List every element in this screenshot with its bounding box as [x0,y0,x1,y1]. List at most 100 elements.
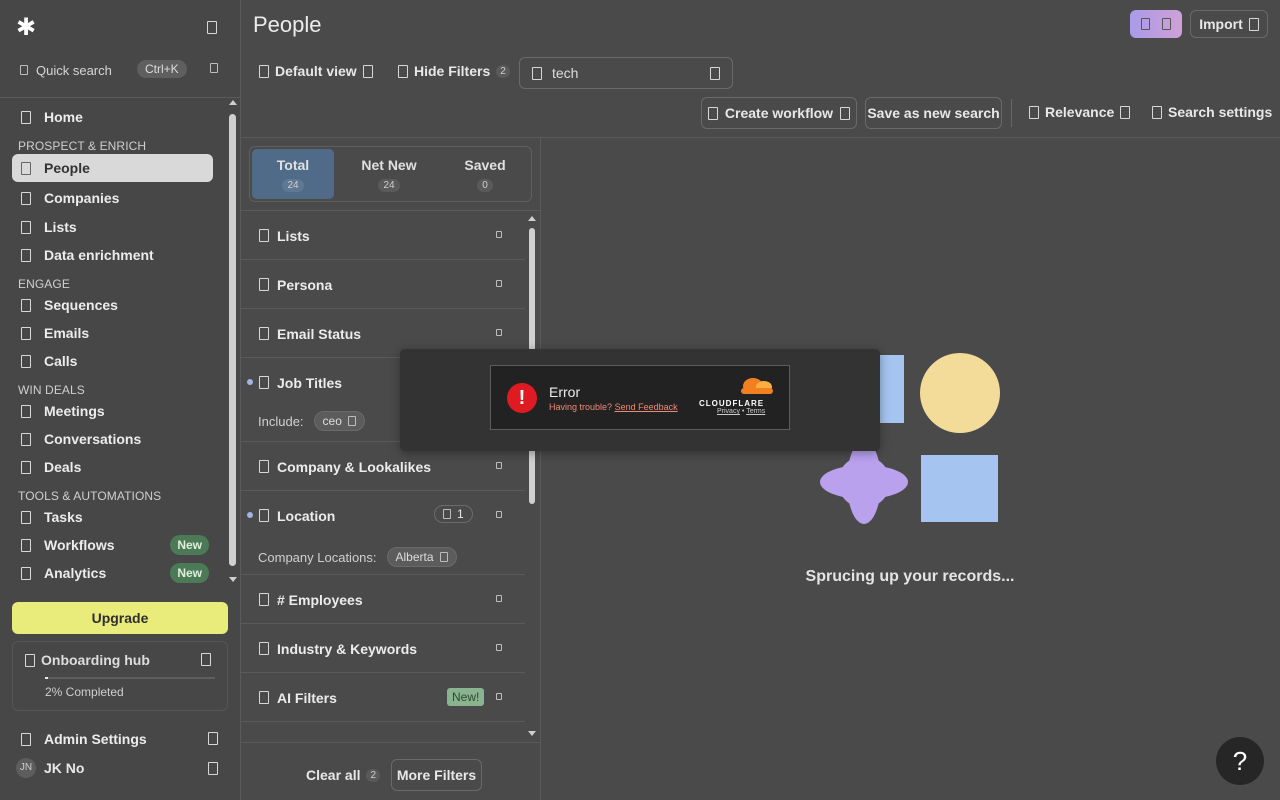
scroll-up-icon[interactable] [528,216,536,221]
nav-analytics[interactable]: Analytics New [12,559,213,587]
privacy-link[interactable]: Privacy [717,408,740,415]
nav-label: People [44,160,90,176]
sidebar-scrollbar[interactable] [229,100,237,588]
scroll-down-icon[interactable] [528,731,536,736]
filter-count-badge: 2 [496,64,510,78]
error-subtitle: Having trouble? Send Feedback [549,402,678,412]
database-icon [21,248,31,262]
nav-label: Sequences [44,297,118,313]
chevron-right-icon[interactable] [208,732,218,745]
filter-employees[interactable]: # Employees [241,575,525,624]
nav-emails[interactable]: Emails [12,319,213,347]
filter-persona[interactable]: Persona [241,260,525,309]
pin-icon [443,509,451,519]
nav-label: Deals [44,459,82,475]
clear-all-button[interactable]: Clear all 2 [306,767,381,783]
building-icon [21,191,31,205]
cloudflare-widget[interactable]: ! Error Having trouble? Send Feedback CL… [490,365,790,430]
filter-scrollbar[interactable] [528,216,537,740]
filter-ai[interactable]: AI Filters New! [241,673,525,722]
chevron-down-icon [1120,105,1131,119]
filter-chip[interactable]: Alberta [386,547,457,567]
new-badge: New [170,563,209,583]
mail-icon [21,326,31,340]
divider [0,97,240,98]
illustration-circle [920,353,1000,433]
new-tab-icon[interactable] [210,63,218,73]
nav-people[interactable]: People [12,154,213,182]
calendar-icon [21,404,31,418]
filter-label: # Employees [277,591,363,608]
filter-chip[interactable]: ceo [313,411,365,431]
nav-companies[interactable]: Companies [12,184,213,212]
nav-admin-settings[interactable]: Admin Settings [12,725,213,753]
help-button[interactable]: ? [1216,737,1264,785]
count-value: 1 [457,507,464,521]
tab-net-new[interactable]: Net New 24 [348,149,430,199]
close-icon[interactable] [347,416,356,426]
nav-workflows[interactable]: Workflows New [12,531,213,559]
default-view-dropdown[interactable]: Default view [259,63,373,79]
expand-icon[interactable] [201,653,211,666]
new-badge: New! [447,688,485,706]
search-settings-button[interactable]: Search settings [1152,104,1272,120]
filter-industry[interactable]: Industry & Keywords [241,624,525,673]
scroll-up-icon[interactable] [229,100,237,105]
filter-lists[interactable]: Lists [241,211,525,260]
terms-link[interactable]: Terms [746,408,765,415]
nav-conversations[interactable]: Conversations [12,425,213,453]
create-workflow-button[interactable]: Create workflow [701,97,857,129]
mail-icon [259,327,269,340]
scroll-thumb[interactable] [229,114,236,566]
quick-search[interactable]: Quick search Ctrl+K [12,56,228,84]
import-button[interactable]: Import [1190,10,1268,38]
user-menu[interactable]: JN JK No [16,758,84,778]
filter-location[interactable]: Location 1 Company Locations: Alberta [241,491,525,575]
close-icon[interactable] [439,552,448,562]
filter-icon [398,64,408,78]
section-win-deals: WIN DEALS [18,383,85,397]
nav-label: Conversations [44,431,142,447]
nav-label: Tasks [44,509,83,525]
hide-filters-button[interactable]: Hide Filters 2 [398,63,510,79]
tab-label: Saved [464,157,506,173]
filter-label: Lists [277,227,310,244]
onboarding-hub[interactable]: Onboarding hub 2% Completed [12,641,228,711]
clear-icon[interactable] [710,67,720,80]
nav-deals[interactable]: Deals [12,453,213,481]
nav-label: Workflows [44,537,115,553]
send-feedback-link[interactable]: Send Feedback [615,402,678,412]
quick-search-label: Quick search [36,62,112,78]
workflow-icon [707,106,718,120]
nav-label: Home [44,109,83,125]
check-icon [21,510,31,524]
nav-sequences[interactable]: Sequences [12,291,213,319]
onboarding-progress-label: 2% Completed [45,685,124,699]
nav-calls[interactable]: Calls [12,347,213,375]
chevron-right-icon[interactable] [208,762,218,775]
filter-label: Location [277,507,336,524]
active-dot [247,379,253,385]
scroll-down-icon[interactable] [229,577,237,582]
collapse-sidebar-icon[interactable] [207,21,217,34]
app-logo[interactable]: ✱ [16,16,36,40]
upgrade-button[interactable]: Upgrade [12,602,228,634]
nav-tasks[interactable]: Tasks [12,503,213,531]
create-workflow-label: Create workflow [724,105,834,121]
tab-total[interactable]: Total 24 [252,149,334,199]
nav-lists[interactable]: Lists [12,213,213,241]
nav-data-enrichment[interactable]: Data enrichment [12,241,213,269]
nav-meetings[interactable]: Meetings [12,397,213,425]
save-search-button[interactable]: Save as new search [865,97,1002,129]
tab-saved[interactable]: Saved 0 [444,149,526,199]
persona-icon [259,278,269,291]
hide-filters-label: Hide Filters [414,63,491,79]
search-settings-label: Search settings [1168,104,1273,120]
more-filters-button[interactable]: More Filters [391,759,482,791]
link-separator: • [741,408,745,415]
sort-relevance-dropdown[interactable]: Relevance [1029,104,1131,120]
nav-home[interactable]: Home [12,103,213,131]
briefcase-icon [259,376,269,389]
ai-assistant-button[interactable] [1130,10,1182,38]
search-input[interactable]: tech [519,57,733,89]
